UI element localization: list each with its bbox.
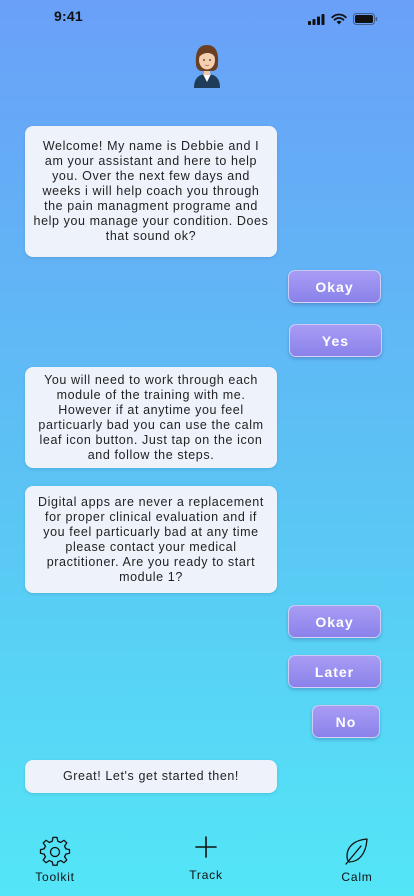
reply-okay-button[interactable]: Okay [288,270,381,303]
nav-toolkit[interactable]: Toolkit [28,836,82,884]
wifi-icon [331,13,347,25]
reply-later-button[interactable]: Later [288,655,381,688]
nav-calm[interactable]: Calm [335,836,379,884]
battery-icon [353,13,378,25]
assistant-message: Digital apps are never a replacement for… [25,486,277,593]
leaf-icon [345,838,368,865]
plus-icon [195,836,217,858]
status-bar: 9:41 [0,0,414,34]
nav-track-label: Track [189,868,223,882]
status-time: 9:41 [54,8,83,24]
assistant-message: You will need to work through each modul… [25,367,277,468]
nav-calm-label: Calm [341,870,373,884]
reply-okay-button[interactable]: Okay [288,605,381,638]
assistant-message: Great! Let's get started then! [25,760,277,793]
status-icons [308,13,378,25]
assistant-avatar [194,45,220,88]
assistant-message: Welcome! My name is Debbie and I am your… [25,126,277,257]
reply-yes-button[interactable]: Yes [289,324,382,357]
nav-toolkit-label: Toolkit [35,870,75,884]
cellular-signal-icon [308,13,325,25]
nav-track[interactable]: Track [183,834,229,882]
reply-no-button[interactable]: No [312,705,380,738]
gear-icon [39,836,71,866]
